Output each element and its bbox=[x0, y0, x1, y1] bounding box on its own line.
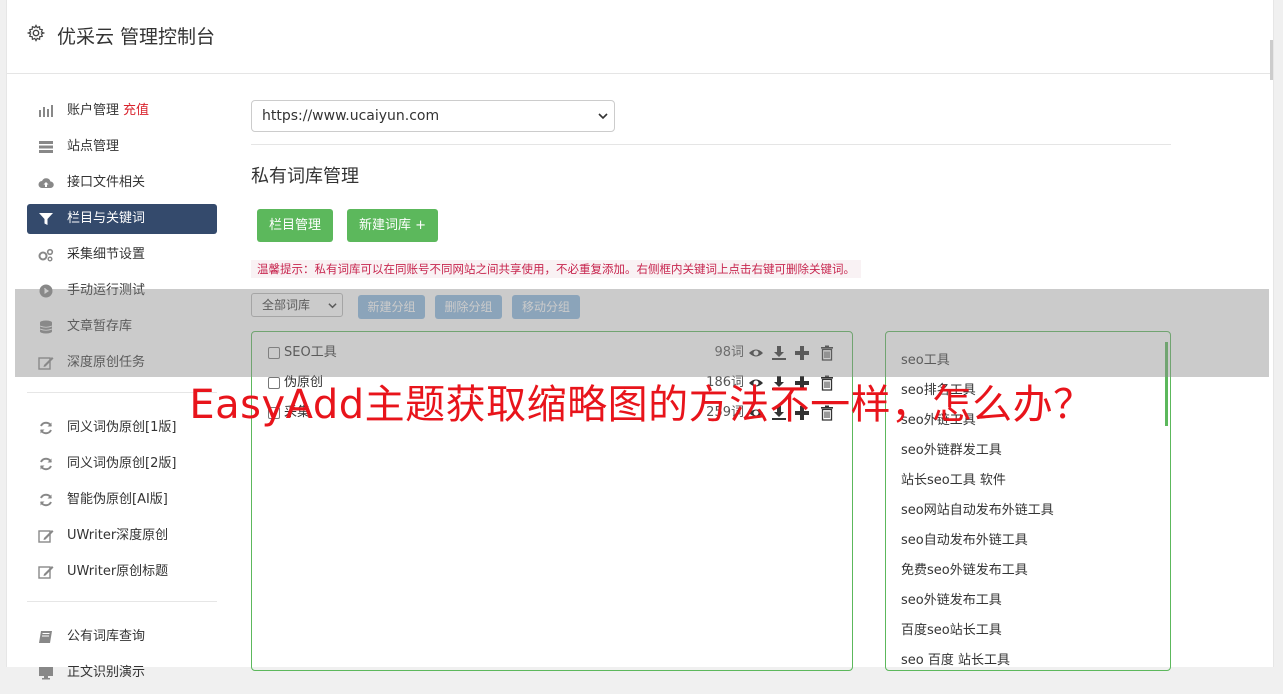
sidebar-item-uwriter-title[interactable]: UWriter原创标题 bbox=[27, 557, 217, 587]
sidebar-item-public-lexicon[interactable]: 公有词库查询 bbox=[27, 622, 217, 652]
keyword-item[interactable]: 免费seo外链发布工具 bbox=[901, 559, 1028, 578]
monitor-icon bbox=[39, 667, 53, 680]
keyword-item[interactable]: seo 百度 站长工具 bbox=[901, 649, 1010, 668]
overlay-band bbox=[15, 289, 1269, 377]
sidebar-divider bbox=[27, 601, 217, 602]
site-select-value: https://www.ucaiyun.com bbox=[262, 108, 440, 124]
sidebar-item-label: 同义词伪原创[2版] bbox=[67, 456, 177, 471]
sidebar-item-columns-keywords[interactable]: 栏目与关键词 bbox=[27, 204, 217, 234]
server-icon bbox=[39, 141, 53, 153]
sidebar-item-label: 账户管理 bbox=[67, 103, 120, 118]
edit-icon bbox=[38, 530, 54, 543]
sidebar-item-ai-rewrite[interactable]: 智能伪原创[AI版] bbox=[27, 485, 217, 515]
divider bbox=[251, 144, 1171, 145]
bar-chart-icon bbox=[39, 105, 53, 117]
gears-icon bbox=[38, 248, 54, 262]
sidebar-item-label: 采集细节设置 bbox=[67, 247, 146, 262]
sidebar-item-synonym-v2[interactable]: 同义词伪原创[2版] bbox=[27, 449, 217, 479]
keyword-item[interactable]: 百度seo站长工具 bbox=[901, 619, 1002, 638]
page-title: 私有词库管理 bbox=[251, 166, 359, 187]
sidebar-item-uwriter-deep[interactable]: UWriter深度原创 bbox=[27, 521, 217, 551]
keyword-item[interactable]: seo网站自动发布外链工具 bbox=[901, 499, 1054, 518]
columns-manage-button[interactable]: 栏目管理 bbox=[257, 209, 333, 242]
overlay-headline: EasyAdd主题获取缩略图的方法不一样，怎么办？ bbox=[189, 382, 1094, 428]
sidebar-item-label: 公有词库查询 bbox=[67, 629, 146, 644]
sidebar-item-collect-settings[interactable]: 采集细节设置 bbox=[27, 240, 217, 270]
sidebar-item-label: 站点管理 bbox=[67, 139, 120, 154]
header: 优采云 管理控制台 bbox=[7, 0, 1273, 74]
cloud-upload-icon bbox=[38, 178, 54, 188]
keyword-item[interactable]: seo外链发布工具 bbox=[901, 589, 1002, 608]
sidebar-item-sites[interactable]: 站点管理 bbox=[27, 132, 217, 162]
sidebar-item-label: 正文识别演示 bbox=[67, 665, 146, 680]
sidebar-item-label: UWriter原创标题 bbox=[67, 564, 169, 579]
new-lexicon-button[interactable]: 新建词库 + bbox=[347, 209, 438, 242]
sidebar-item-label: 接口文件相关 bbox=[67, 175, 146, 190]
refresh-icon bbox=[40, 493, 52, 507]
sidebar-item-label: UWriter深度原创 bbox=[67, 528, 169, 543]
book-icon bbox=[39, 631, 52, 643]
hint-text: 温馨提示：私有词库可以在同账号不同网站之间共享使用，不必重复添加。右侧框内关键词… bbox=[251, 260, 861, 278]
gear-icon bbox=[27, 24, 45, 42]
sidebar-item-api-files[interactable]: 接口文件相关 bbox=[27, 168, 217, 198]
sidebar-item-label: 智能伪原创[AI版] bbox=[67, 492, 168, 507]
filter-icon bbox=[39, 213, 53, 225]
sidebar-item-label: 栏目与关键词 bbox=[67, 211, 146, 226]
recharge-link[interactable]: 充值 bbox=[123, 103, 149, 118]
scrollbar[interactable] bbox=[1270, 40, 1273, 80]
site-select[interactable]: https://www.ucaiyun.com bbox=[251, 100, 615, 132]
refresh-icon bbox=[40, 457, 52, 471]
chevron-down-icon bbox=[598, 113, 608, 120]
edit-icon bbox=[38, 566, 54, 579]
keyword-item[interactable]: seo自动发布外链工具 bbox=[901, 529, 1028, 548]
sidebar-item-text-detect-demo[interactable]: 正文识别演示 bbox=[27, 658, 217, 688]
keyword-item[interactable]: seo外链群发工具 bbox=[901, 439, 1002, 458]
sidebar-item-account[interactable]: 账户管理 充值 bbox=[27, 96, 217, 126]
page-header-title: 优采云 管理控制台 bbox=[57, 26, 216, 48]
keyword-item[interactable]: 站长seo工具 软件 bbox=[901, 469, 1006, 488]
